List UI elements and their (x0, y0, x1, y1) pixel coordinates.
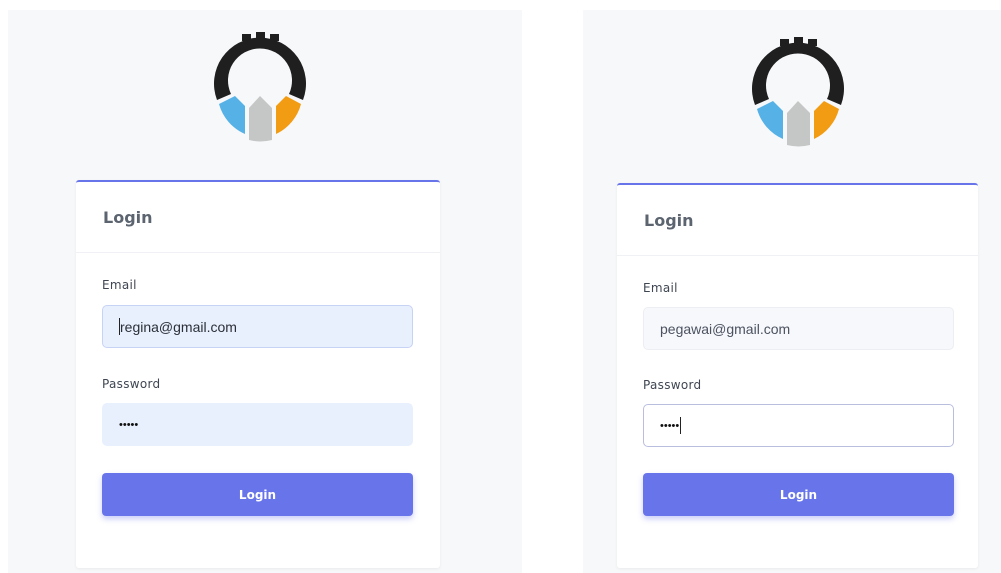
login-button[interactable]: Login (102, 473, 413, 516)
login-button[interactable]: Login (643, 473, 954, 516)
text-caret (680, 417, 682, 434)
app-logo (214, 32, 306, 142)
password-label: Password (102, 377, 161, 391)
card-header: Login (617, 185, 978, 256)
app-logo (752, 37, 844, 147)
email-field[interactable]: pegawai@gmail.com (643, 307, 954, 350)
card-title: Login (103, 207, 153, 227)
password-mask: ••••• (660, 419, 680, 432)
password-label: Password (643, 378, 702, 392)
email-value: pegawai@gmail.com (660, 320, 791, 337)
login-card: Login Email pegawai@gmail.com Password •… (617, 183, 978, 568)
email-label: Email (102, 278, 137, 292)
logo-dark-ring (214, 37, 306, 100)
logo-gray-segment (787, 101, 810, 147)
logo-blue-segment (757, 101, 783, 139)
card-header: Login (76, 182, 440, 253)
logo-gray-segment (249, 96, 272, 142)
email-label: Email (643, 281, 678, 295)
logo-blue-segment (219, 96, 245, 134)
logo-orange-segment (276, 96, 301, 134)
password-mask: ••••• (119, 418, 139, 431)
email-value: regina@gmail.com (120, 318, 237, 335)
password-field[interactable]: ••••• (102, 403, 413, 446)
login-screen-left: Login Email regina@gmail.com Password ••… (8, 10, 522, 573)
card-title: Login (644, 210, 694, 230)
logo-dark-ring (752, 42, 844, 105)
email-field[interactable]: regina@gmail.com (102, 305, 413, 348)
logo-orange-segment (814, 101, 839, 139)
login-screen-right: Login Email pegawai@gmail.com Password •… (583, 10, 1001, 573)
login-card: Login Email regina@gmail.com Password ••… (76, 180, 440, 568)
password-field[interactable]: ••••• (643, 404, 954, 447)
